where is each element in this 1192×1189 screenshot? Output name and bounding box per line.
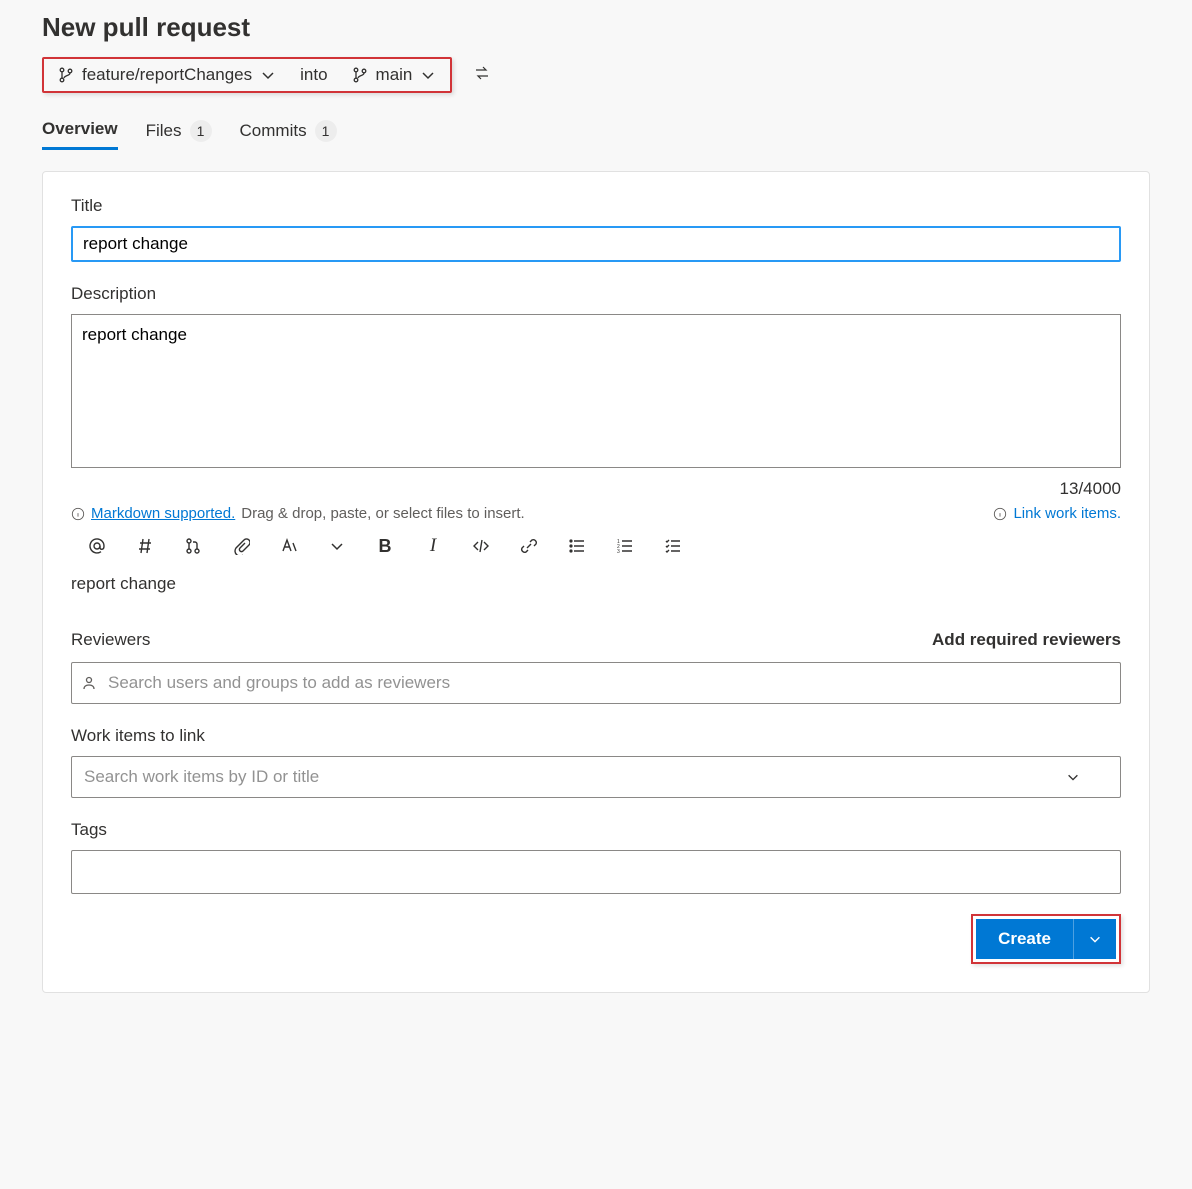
- paperclip-icon: [232, 537, 250, 555]
- chevron-button[interactable]: [327, 536, 347, 556]
- at-icon: [88, 537, 106, 555]
- target-branch-name: main: [376, 65, 413, 85]
- char-counter: 13/4000: [1060, 479, 1121, 499]
- create-dropdown-button[interactable]: [1073, 919, 1116, 959]
- branch-selector-row: feature/reportChanges into main: [42, 57, 1150, 93]
- bullet-list-icon: [568, 537, 586, 555]
- workitems-label: Work items to link: [71, 726, 1121, 746]
- target-branch-dropdown[interactable]: main: [352, 65, 437, 85]
- form-card: Title Description 13/4000 Markdown suppo…: [42, 171, 1150, 993]
- bold-button[interactable]: B: [375, 536, 395, 556]
- branch-icon: [58, 67, 74, 83]
- tab-label: Commits: [240, 121, 307, 141]
- link-icon: [520, 537, 538, 555]
- description-textarea[interactable]: [71, 314, 1121, 468]
- checklist-icon: [664, 537, 682, 555]
- checklist-button[interactable]: [663, 536, 683, 556]
- commits-count-badge: 1: [315, 120, 337, 142]
- chevron-down-icon: [260, 67, 276, 83]
- bullet-list-button[interactable]: [567, 536, 587, 556]
- info-icon: [71, 507, 85, 521]
- tab-commits[interactable]: Commits 1: [240, 111, 337, 150]
- link-work-text: Link work items.: [1013, 505, 1121, 522]
- code-button[interactable]: [471, 536, 491, 556]
- svg-text:3: 3: [617, 549, 620, 555]
- branch-selector-highlight: feature/reportChanges into main: [42, 57, 452, 93]
- into-label: into: [300, 65, 327, 85]
- swap-icon: [474, 65, 490, 81]
- numbered-list-icon: 123: [616, 537, 634, 555]
- tabs: Overview Files 1 Commits 1: [42, 111, 1150, 151]
- info-icon: [993, 507, 1007, 521]
- tab-overview[interactable]: Overview: [42, 111, 118, 150]
- branch-icon: [352, 67, 368, 83]
- italic-button[interactable]: I: [423, 536, 443, 556]
- chevron-down-icon: [1088, 932, 1102, 946]
- link-button[interactable]: [519, 536, 539, 556]
- attach-button[interactable]: [231, 536, 251, 556]
- upload-hint: Drag & drop, paste, or select files to i…: [241, 505, 524, 522]
- tab-files[interactable]: Files 1: [146, 111, 212, 150]
- page-title: New pull request: [42, 12, 1150, 43]
- link-work-items-link[interactable]: Link work items.: [993, 505, 1121, 522]
- hash-button[interactable]: [135, 536, 155, 556]
- create-button-highlight: Create: [971, 914, 1121, 964]
- pr-button[interactable]: [183, 536, 203, 556]
- files-count-badge: 1: [190, 120, 212, 142]
- tab-label: Overview: [42, 119, 118, 139]
- code-icon: [472, 537, 490, 555]
- tags-label: Tags: [71, 820, 1121, 840]
- swap-branches-button[interactable]: [470, 61, 494, 90]
- workitems-placeholder: Search work items by ID or title: [84, 767, 319, 787]
- source-branch-name: feature/reportChanges: [82, 65, 252, 85]
- workitems-dropdown[interactable]: Search work items by ID or title: [71, 756, 1121, 798]
- source-branch-dropdown[interactable]: feature/reportChanges: [58, 65, 276, 85]
- reviewers-label: Reviewers: [71, 630, 150, 650]
- text-style-button[interactable]: [279, 536, 299, 556]
- create-button[interactable]: Create: [976, 919, 1073, 959]
- pull-request-icon: [184, 537, 202, 555]
- add-required-reviewers-link[interactable]: Add required reviewers: [932, 630, 1121, 650]
- markdown-supported-link[interactable]: Markdown supported.: [91, 505, 235, 522]
- title-label: Title: [71, 196, 1121, 216]
- chevron-down-icon: [420, 67, 436, 83]
- reviewers-input[interactable]: [71, 662, 1121, 704]
- description-label: Description: [71, 284, 1121, 304]
- title-input[interactable]: [71, 226, 1121, 262]
- tab-label: Files: [146, 121, 182, 141]
- chevron-down-icon: [328, 537, 346, 555]
- chevron-down-icon: [1066, 770, 1080, 784]
- mention-button[interactable]: [87, 536, 107, 556]
- numbered-list-button[interactable]: 123: [615, 536, 635, 556]
- hash-icon: [136, 537, 154, 555]
- editor-toolbar: B I 123: [71, 536, 1121, 556]
- tags-input[interactable]: [71, 850, 1121, 894]
- description-preview: report change: [71, 574, 1121, 594]
- person-icon: [81, 675, 97, 691]
- text-style-icon: [280, 537, 298, 555]
